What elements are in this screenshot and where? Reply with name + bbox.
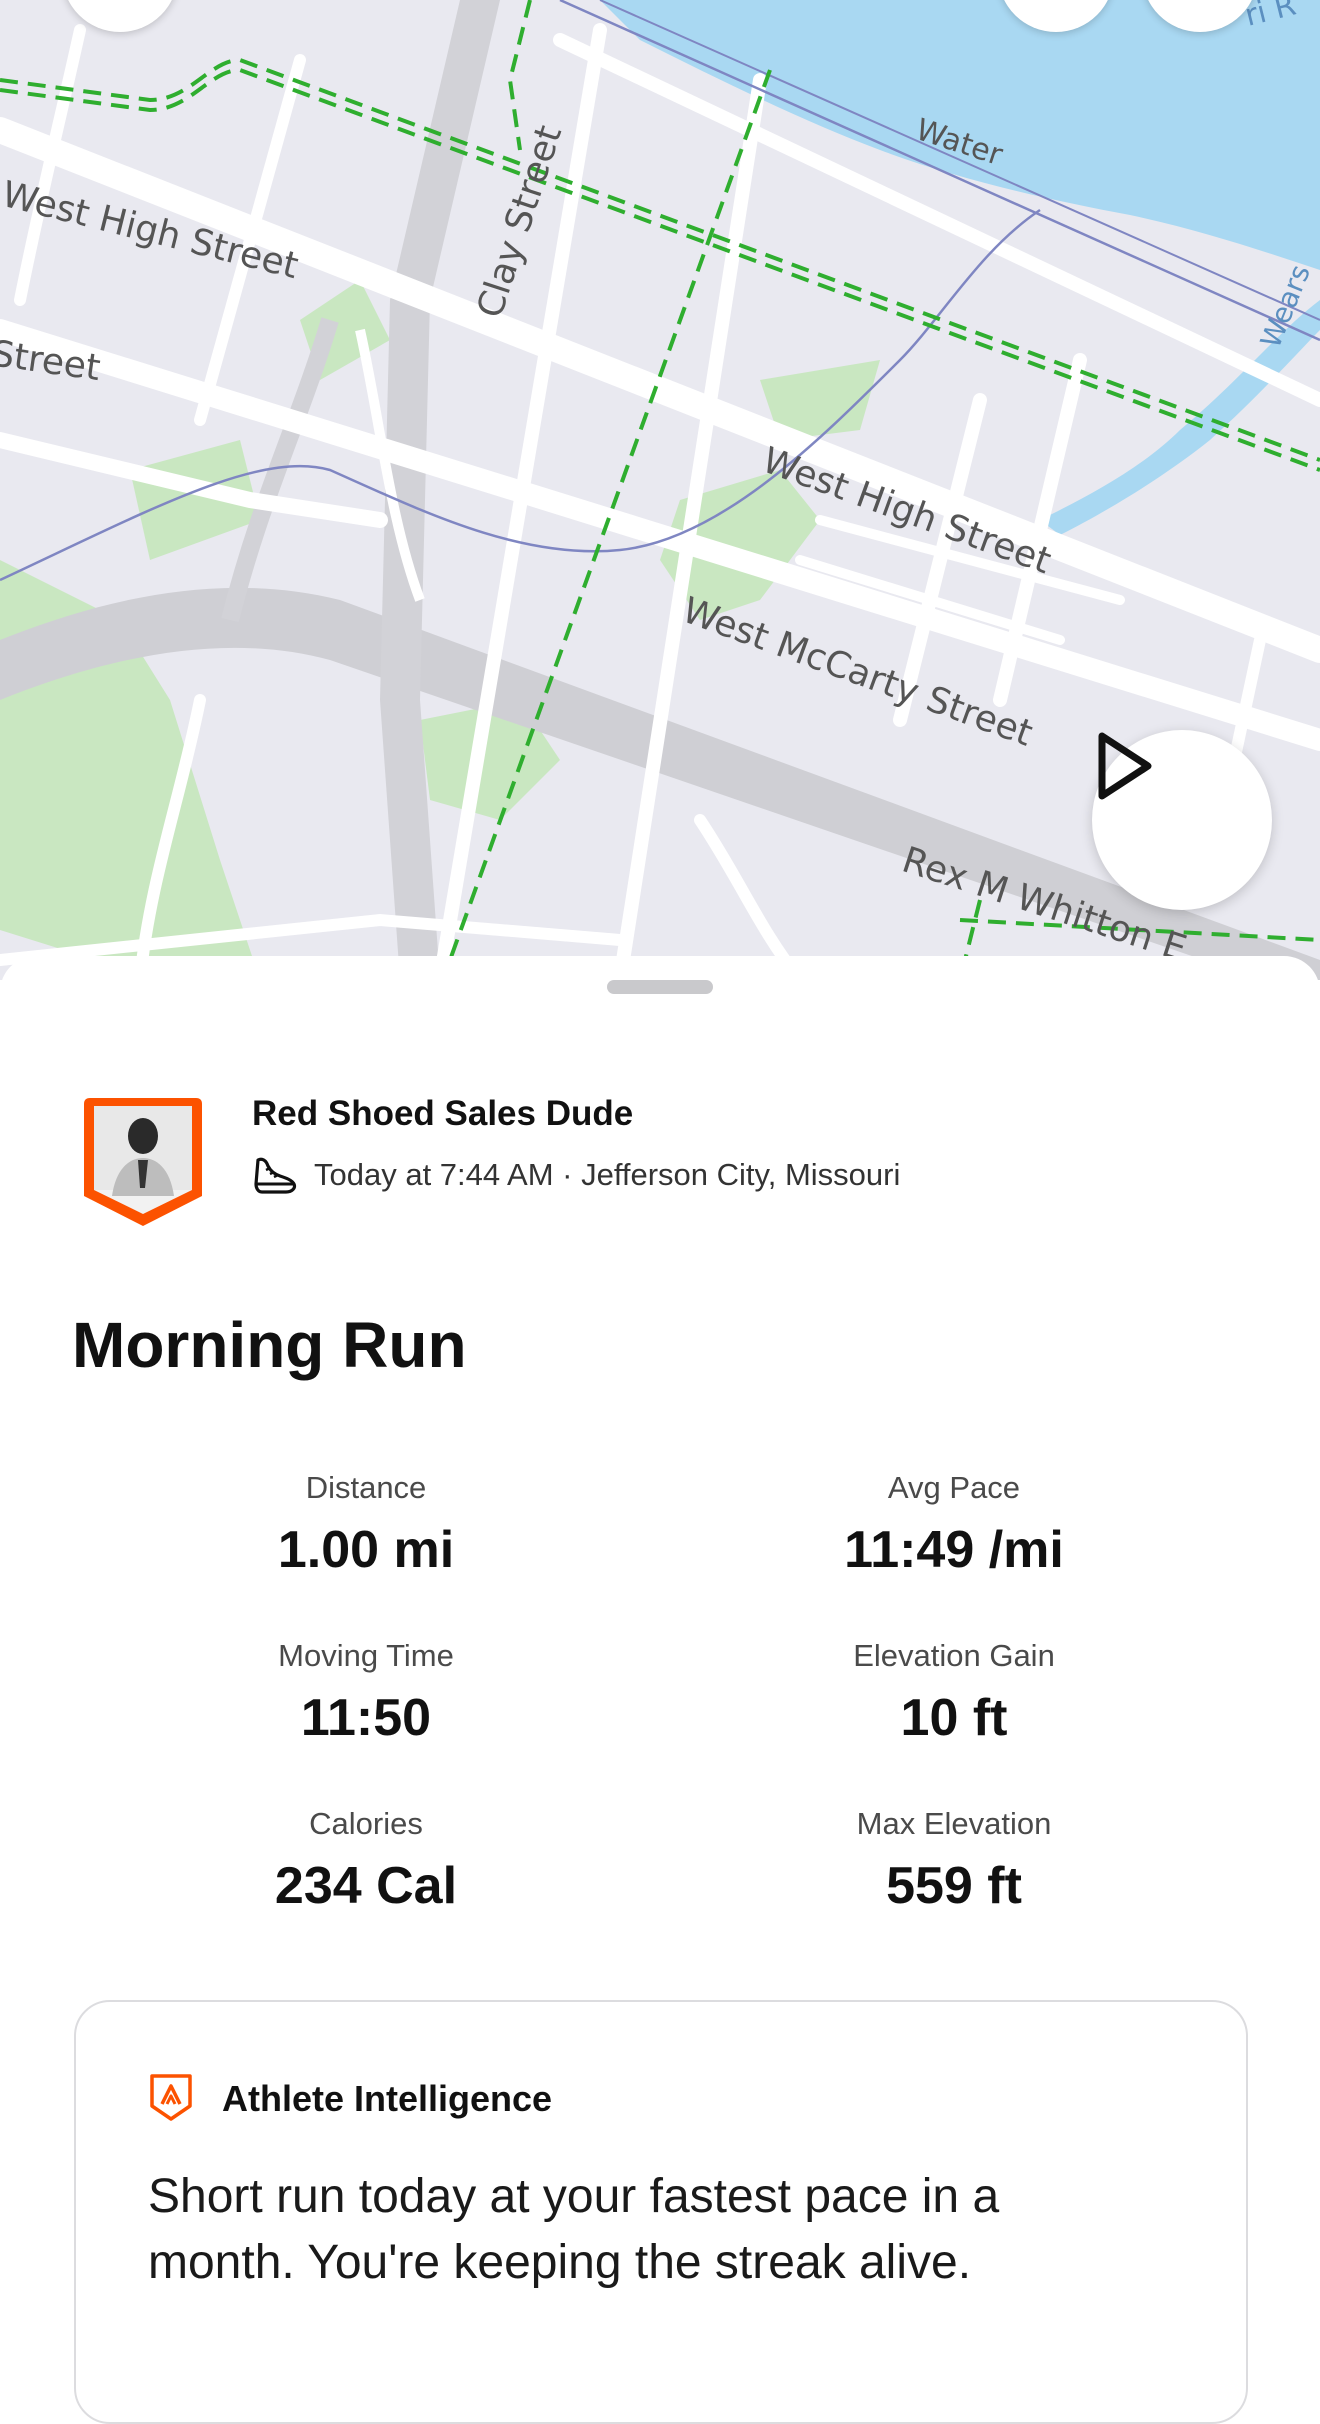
- stat-label: Calories: [309, 1806, 423, 1841]
- athlete-intelligence-icon: [150, 2074, 192, 2121]
- activity-title: Morning Run: [72, 1309, 467, 1381]
- stat-distance: Distance 1.00 mi: [156, 1470, 576, 1580]
- athlete-intelligence-card[interactable]: Athlete Intelligence Short run today at …: [74, 2000, 1248, 2424]
- route-map[interactable]: West High Street Street Clay Street Wate…: [0, 0, 1320, 980]
- stat-label: Distance: [305, 1470, 427, 1505]
- sheet-drag-handle[interactable]: [607, 980, 713, 994]
- running-shoe-icon: [254, 1157, 297, 1194]
- stat-value: 11:49 /mi: [844, 1521, 1064, 1579]
- stat-elevation-gain: Elevation Gain 10 ft: [744, 1638, 1164, 1748]
- stat-label: Moving Time: [278, 1638, 454, 1673]
- stat-value: 1.00 mi: [277, 1521, 455, 1579]
- stat-max-elevation: Max Elevation 559 ft: [744, 1806, 1164, 1916]
- play-flyover-button[interactable]: [1092, 730, 1272, 910]
- avatar[interactable]: [82, 1096, 204, 1228]
- stat-value: 11:50: [300, 1689, 432, 1747]
- activity-sheet: Red Shoed Sales Dude Today at 7:44 AM · …: [0, 956, 1320, 2424]
- stat-calories: Calories 234 Cal: [156, 1806, 576, 1916]
- stat-label: Avg Pace: [887, 1470, 1021, 1505]
- stat-value: 10 ft: [900, 1689, 1008, 1747]
- stat-value: 559 ft: [886, 1857, 1022, 1915]
- activity-meta: Today at 7:44 AM · Jefferson City, Misso…: [252, 1154, 900, 1196]
- athlete-intelligence-summary: Short run today at your fastest pace in …: [148, 2170, 1000, 2289]
- activity-time-location: Today at 7:44 AM · Jefferson City, Misso…: [314, 1157, 901, 1192]
- play-icon: [1098, 732, 1152, 800]
- stat-avg-pace: Avg Pace 11:49 /mi: [744, 1470, 1164, 1580]
- stat-label: Elevation Gain: [853, 1638, 1055, 1673]
- athlete-name[interactable]: Red Shoed Sales Dude: [252, 1094, 633, 1134]
- athlete-intelligence-title: Athlete Intelligence: [222, 2078, 553, 2119]
- svg-text:Street: Street: [0, 333, 103, 389]
- stat-value: 234 Cal: [274, 1857, 458, 1915]
- stat-label: Max Elevation: [856, 1806, 1052, 1841]
- stat-moving-time: Moving Time 11:50: [156, 1638, 576, 1748]
